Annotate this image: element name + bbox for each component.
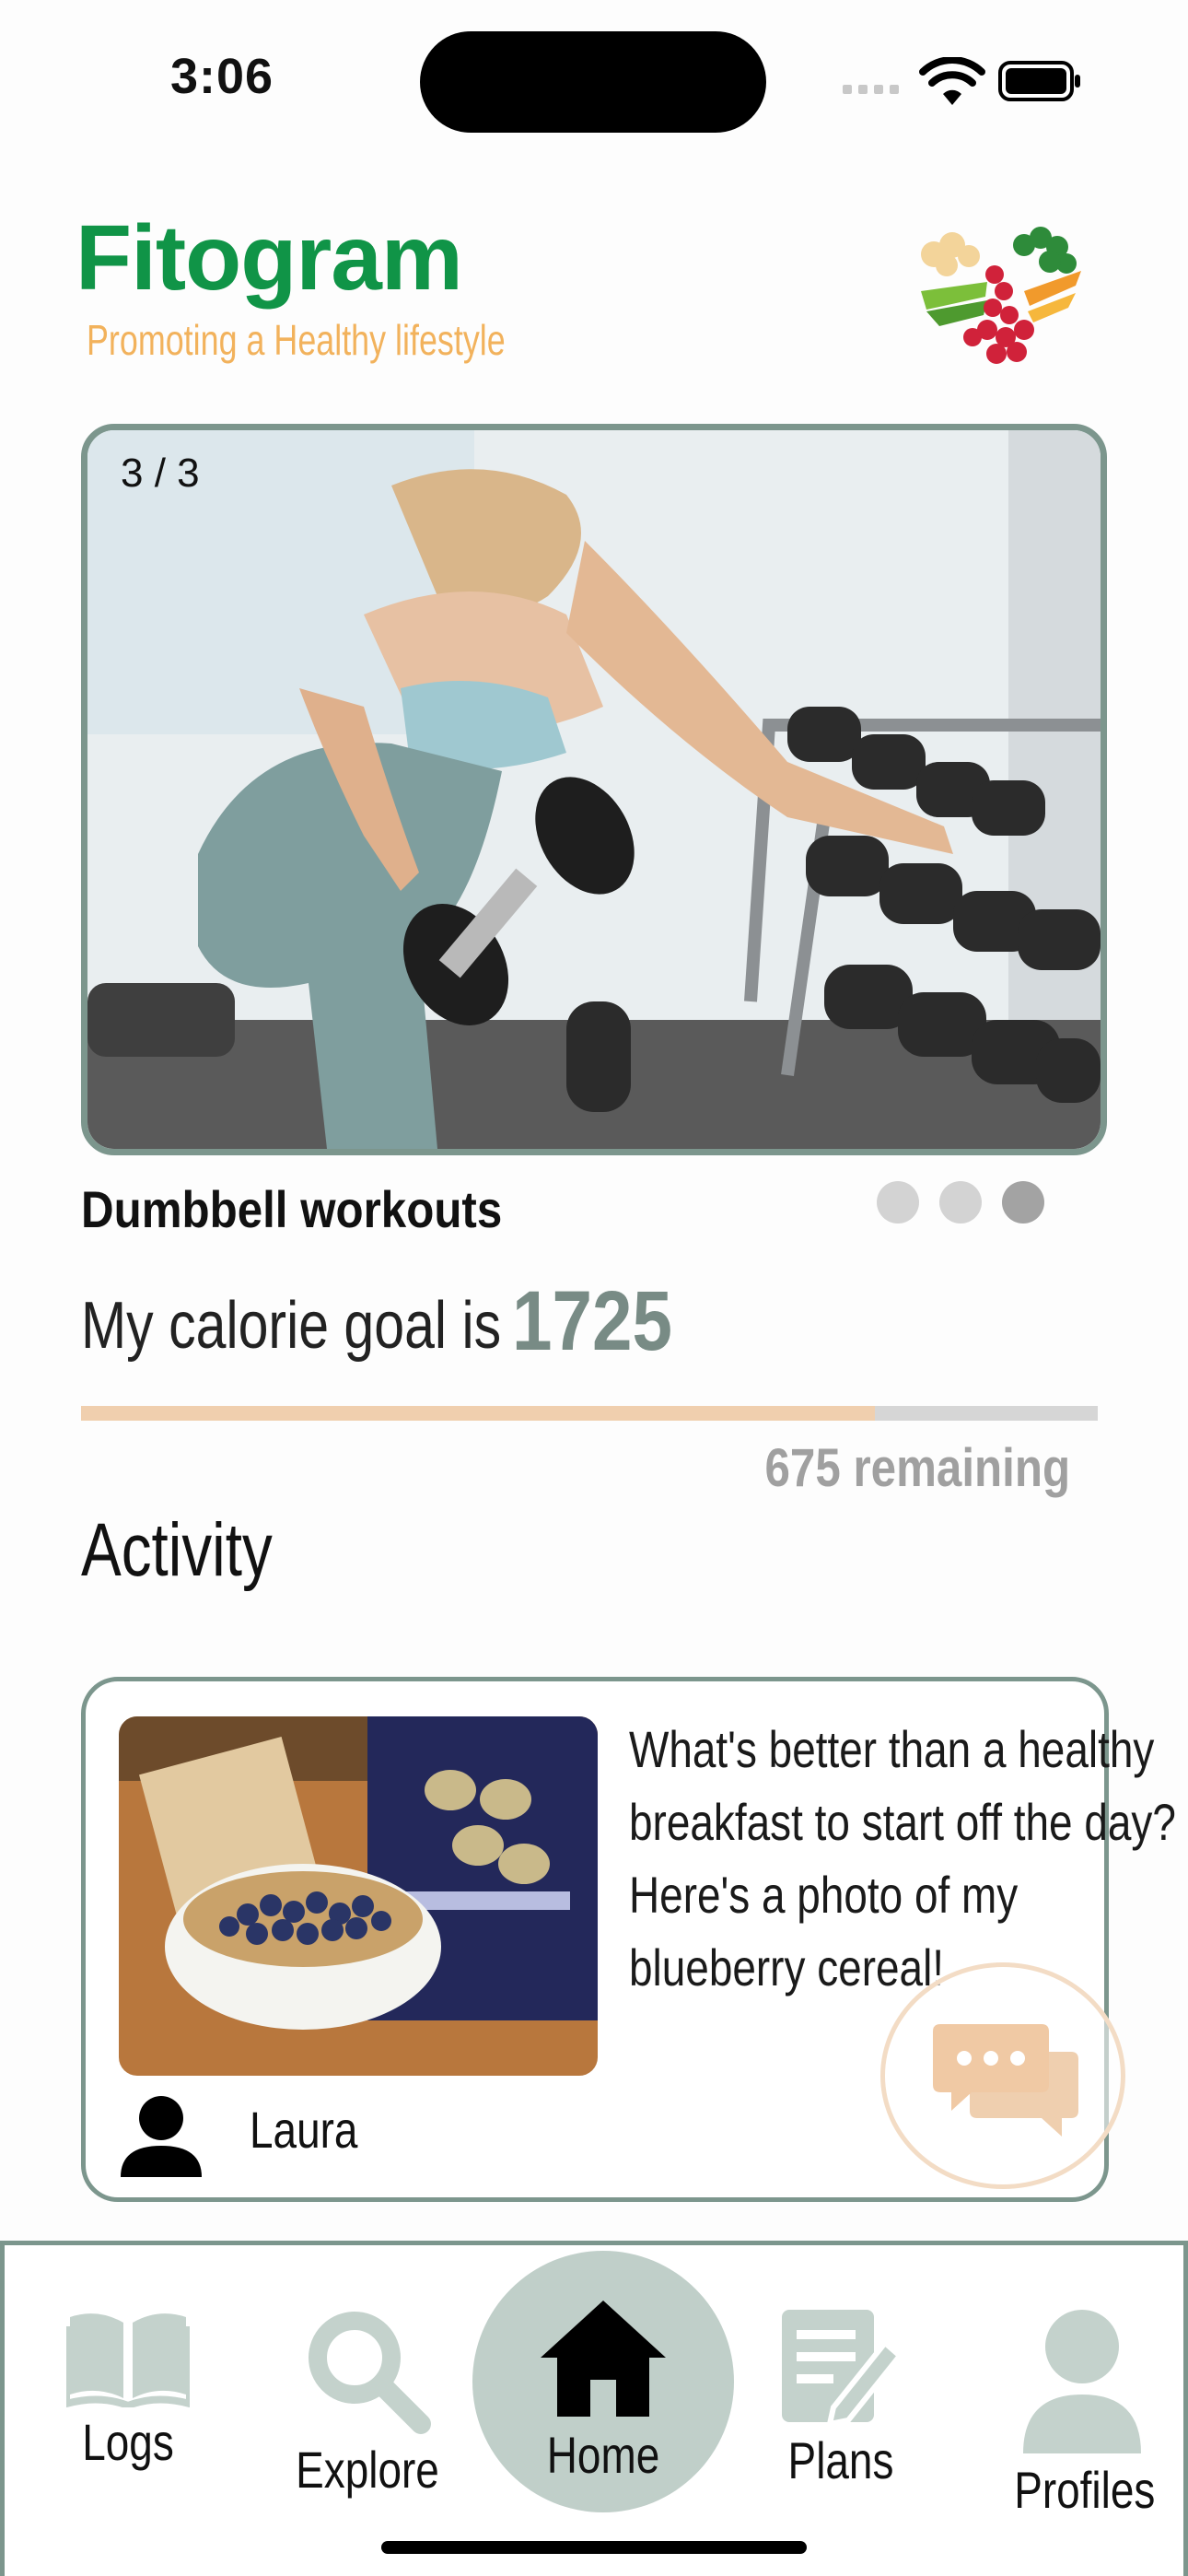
post-photo-blueberry-cereal[interactable] <box>119 1716 598 2076</box>
carousel-pagination[interactable] <box>877 1181 1044 1224</box>
nav-logs[interactable]: Logs <box>45 2306 211 2472</box>
carousel-image-dumbbell-workout <box>87 430 1101 1149</box>
post-text-line-2: breakfast to start off the day? <box>629 1793 1176 1851</box>
edit-document-icon <box>782 2310 904 2428</box>
cellular-signal-icon <box>843 85 899 94</box>
status-time: 3:06 <box>170 49 274 104</box>
home-indicator <box>381 2541 807 2554</box>
app-tagline: Promoting a Healthy lifestyle <box>87 316 506 364</box>
activity-heading: Activity <box>81 1508 273 1592</box>
carousel-caption: Dumbbell workouts <box>81 1180 503 1238</box>
carousel-counter: 3 / 3 <box>121 451 200 496</box>
post-author-name[interactable]: Laura <box>250 2100 357 2160</box>
home-icon <box>541 2301 666 2417</box>
search-icon <box>309 2312 431 2434</box>
nav-home-label: Home <box>546 2426 660 2484</box>
carousel-dot-3-active[interactable] <box>1002 1181 1044 1224</box>
nav-profiles-label: Profiles <box>1014 2461 1156 2519</box>
carousel-dot-2[interactable] <box>939 1181 982 1224</box>
calorie-progress-bar <box>81 1406 1098 1421</box>
post-text: What's better than a healthy breakfast t… <box>629 1713 1176 2004</box>
vegetable-heart-logo-icon <box>921 227 1081 364</box>
nav-home[interactable]: Home <box>472 2297 734 2485</box>
chat-bubbles-icon <box>933 2024 1078 2137</box>
nav-plans-label: Plans <box>787 2431 894 2489</box>
bottom-navigation: Logs Explore Home Plans Profiles <box>0 2241 1188 2576</box>
calorie-progress-fill <box>81 1406 876 1421</box>
nav-logs-label: Logs <box>82 2413 174 2471</box>
calorie-goal-value: 1725 <box>512 1274 672 1368</box>
battery-icon <box>998 61 1080 101</box>
dynamic-island <box>420 31 766 133</box>
chat-button[interactable] <box>880 1962 1125 2189</box>
nav-plans[interactable]: Plans <box>758 2306 924 2490</box>
post-text-line-1: What's better than a healthy <box>629 1720 1155 1778</box>
app-brand: Fitogram <box>76 206 463 310</box>
book-icon <box>63 2313 193 2410</box>
workout-carousel[interactable]: 3 / 3 <box>81 424 1107 1155</box>
nav-profiles[interactable]: Profiles <box>999 2306 1165 2520</box>
nav-explore[interactable]: Explore <box>277 2306 458 2500</box>
wifi-icon <box>919 57 985 105</box>
nav-explore-label: Explore <box>296 2441 439 2499</box>
calorie-goal-label: My calorie goal is <box>81 1289 502 1363</box>
profile-icon <box>1023 2310 1141 2453</box>
user-avatar-icon[interactable] <box>117 2092 205 2181</box>
carousel-dot-1[interactable] <box>877 1181 919 1224</box>
calories-remaining: 675 remaining <box>764 1438 1070 1498</box>
post-text-line-3: Here's a photo of my <box>629 1866 1019 1924</box>
